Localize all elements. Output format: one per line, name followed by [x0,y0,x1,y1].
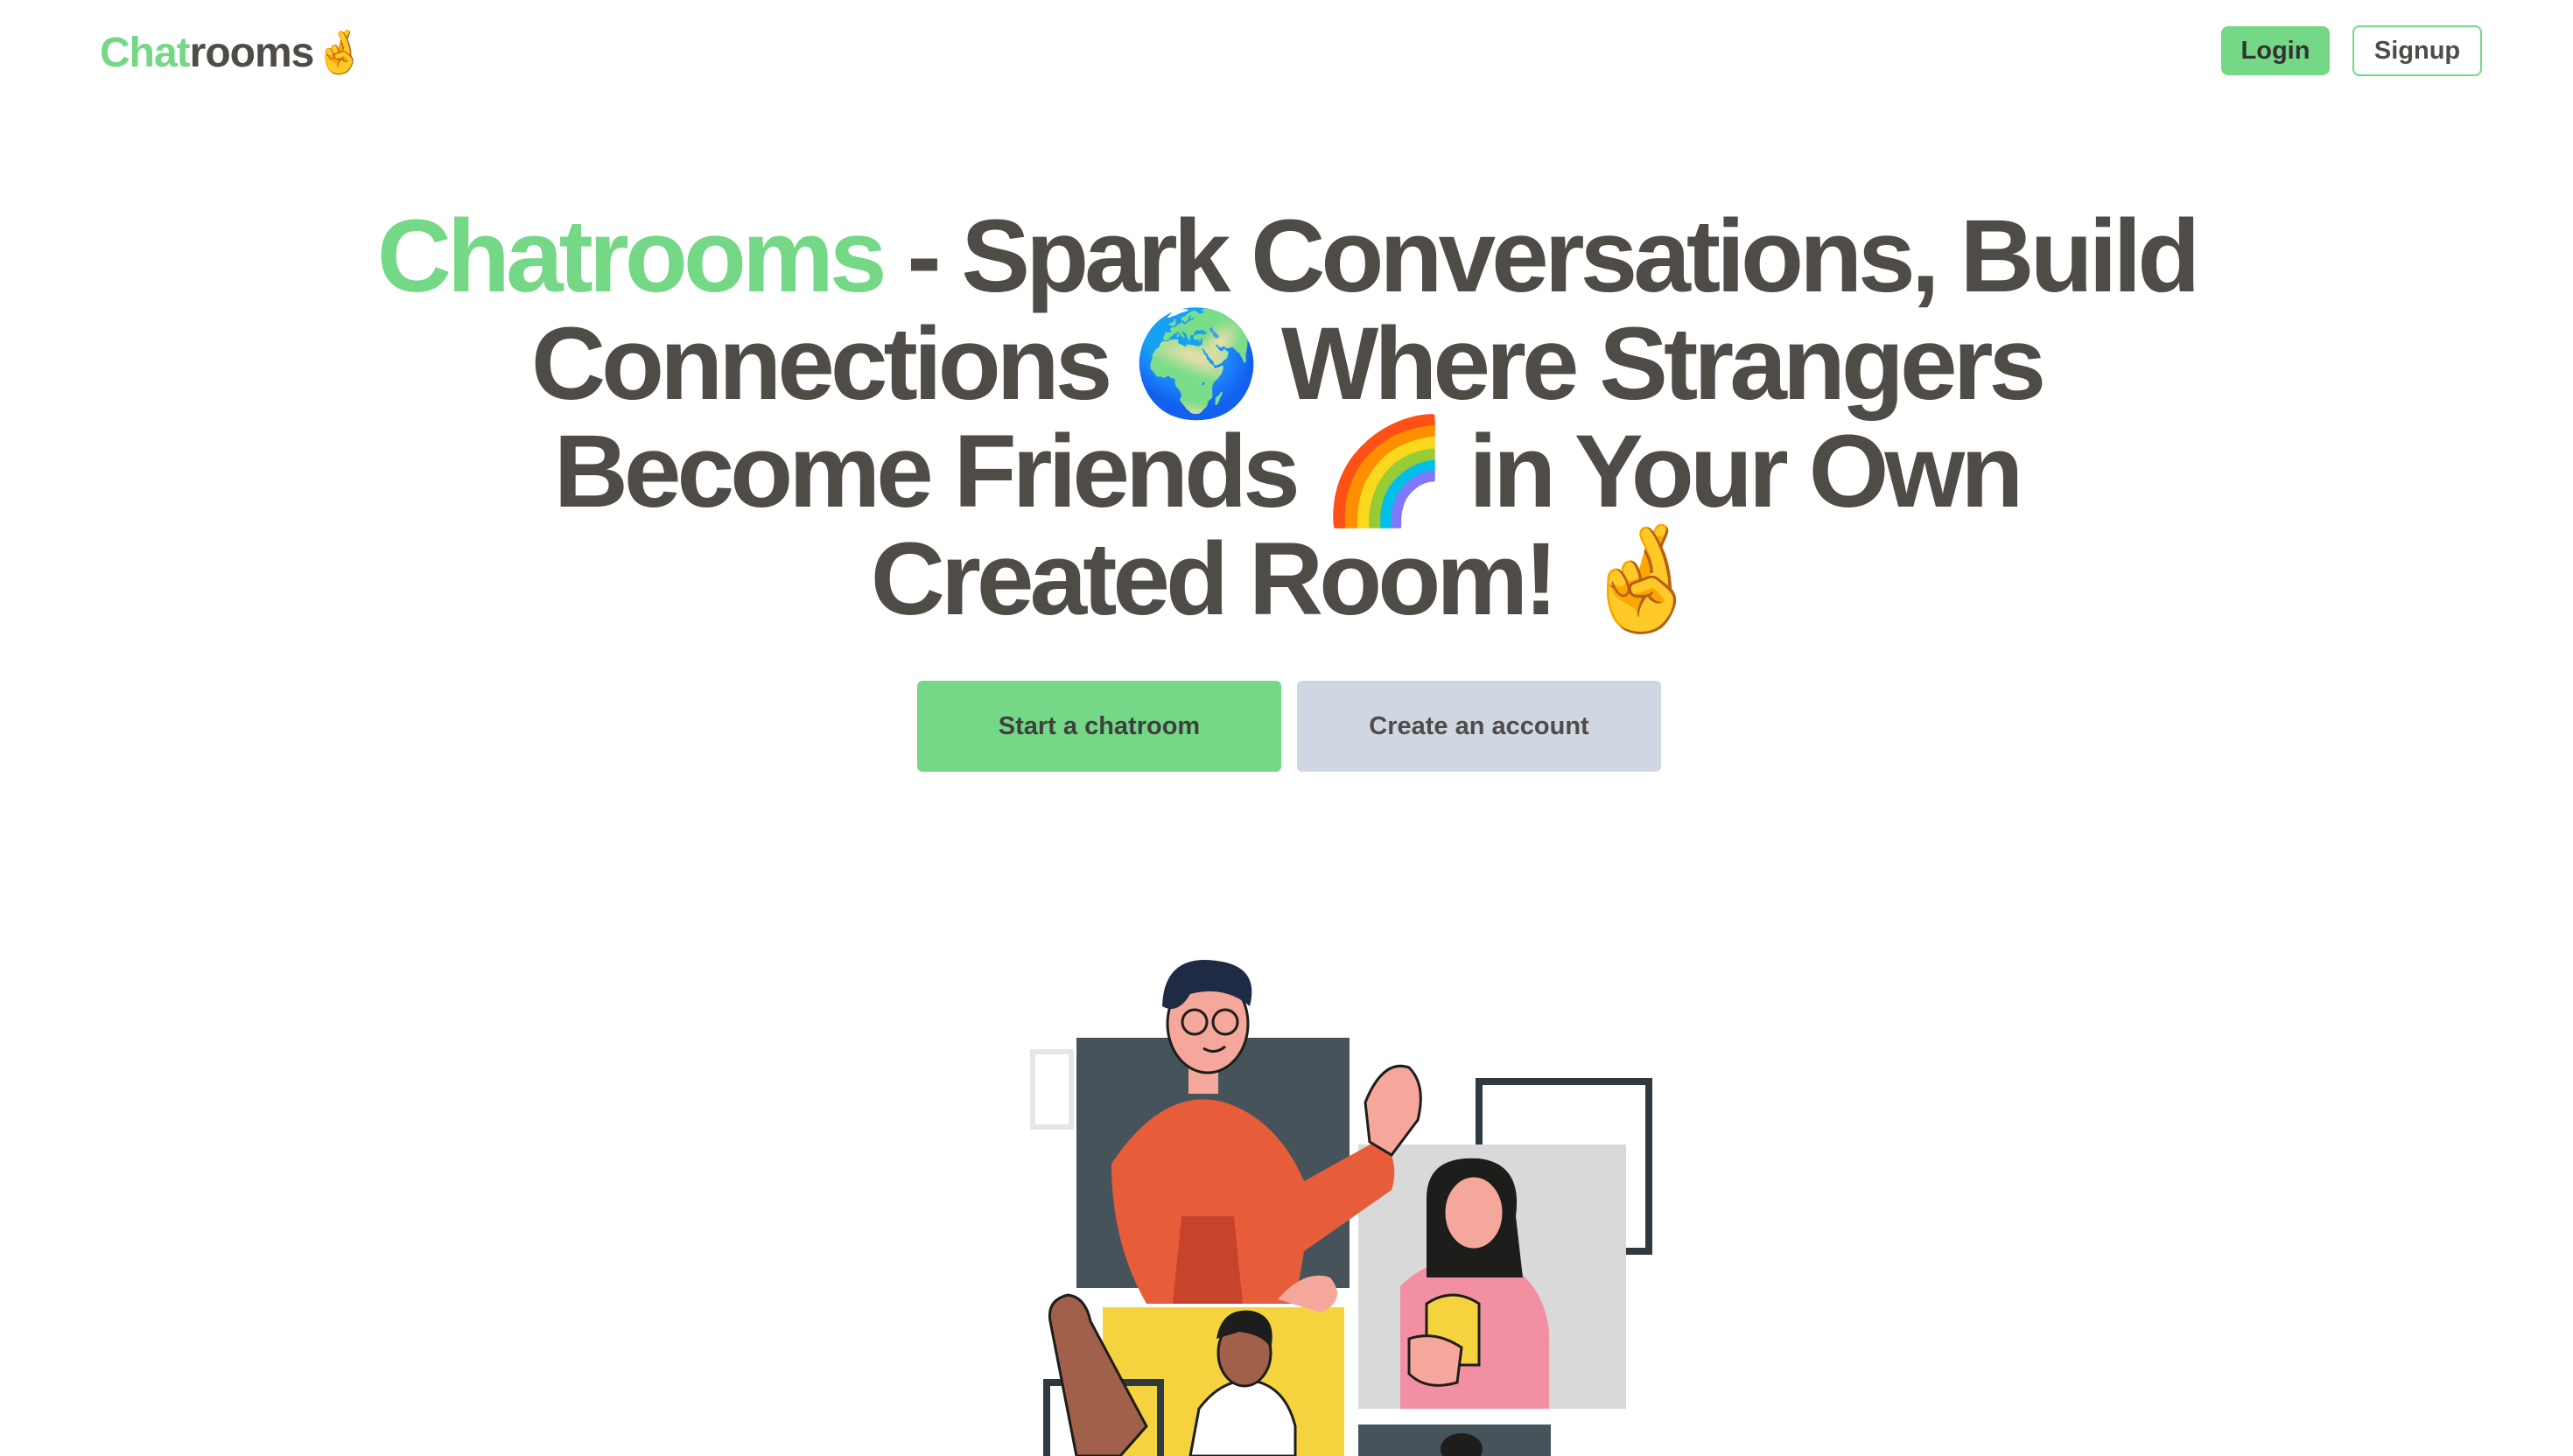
frame-outline-left [1030,1049,1074,1130]
logo-text: rooms [189,30,315,76]
globe-icon: 🌍 [1132,303,1261,424]
logo[interactable]: Chatrooms🤞 [100,24,366,81]
illustration-svg [1030,960,1652,1456]
man-hoodie [1111,1099,1395,1304]
start-chatroom-button[interactable]: Start a chatroom [917,681,1281,772]
woman-face [1442,1174,1505,1251]
man-hand-wave [1364,1065,1422,1157]
login-button[interactable]: Login [2221,26,2330,75]
crossed-fingers-icon: 🤞 [313,28,366,77]
cta-row: Start a chatroom Create an account [917,681,1661,772]
logo-accent-text: Chat [100,30,191,76]
signup-button[interactable]: Signup [2352,25,2482,76]
hero-title-accent: Chatrooms [376,199,887,314]
rainbow-icon: 🌈 [1320,410,1449,531]
navbar: Chatrooms🤞 Login Signup [0,0,2573,105]
create-account-button[interactable]: Create an account [1297,681,1661,772]
video-call-people-illustration [1015,954,1663,1456]
man-pocket [1173,1216,1243,1304]
crossed-fingers-icon: 🤞 [1578,518,1707,639]
hero-title: Chatrooms - Spark Conversations, Build C… [368,203,2205,633]
woman-hand [1407,1334,1463,1387]
